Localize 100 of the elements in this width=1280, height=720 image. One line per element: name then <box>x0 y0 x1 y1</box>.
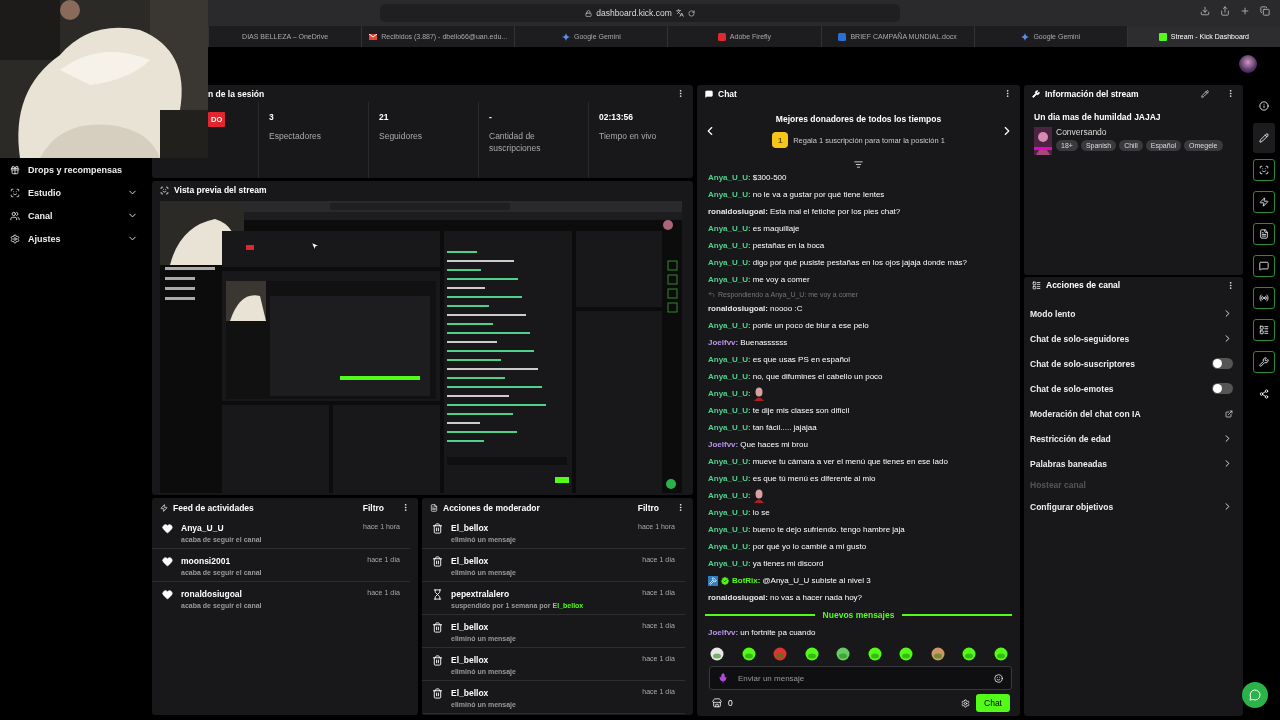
emote-icon[interactable] <box>836 647 851 661</box>
chat-username[interactable]: Anya_U_U: <box>708 372 751 381</box>
chat-username[interactable]: ronaldosiugoal: <box>708 304 768 313</box>
toggle-switch[interactable] <box>1212 383 1233 394</box>
rail-button[interactable] <box>1252 319 1275 341</box>
chat-username[interactable]: Joelfvv: <box>708 628 739 637</box>
store-icon[interactable] <box>712 698 722 708</box>
emote-icon[interactable] <box>804 647 819 661</box>
more-icon[interactable] <box>1226 89 1235 98</box>
card-title: Acciones de moderador <box>443 502 541 513</box>
more-icon[interactable] <box>1003 89 1012 98</box>
chat-username[interactable]: Anya_U_U: <box>708 321 751 330</box>
chat-username[interactable]: Anya_U_U: <box>708 508 751 517</box>
chat-username[interactable]: Anya_U_U: <box>708 457 751 466</box>
new-tab-icon[interactable] <box>1240 6 1250 16</box>
list-icon[interactable] <box>1258 325 1269 335</box>
filter-button[interactable]: Filtro <box>362 502 384 513</box>
channel-action[interactable]: Configurar objetivos <box>1024 494 1243 519</box>
chat-username[interactable]: Anya_U_U: <box>708 258 751 267</box>
chat-username[interactable]: Anya_U_U: <box>708 173 751 182</box>
chat-username[interactable]: ronaldosiugoal: <box>708 207 768 216</box>
emoji-icon[interactable] <box>994 673 1003 683</box>
chat-username[interactable]: Anya_U_U: <box>708 275 751 284</box>
help-button[interactable] <box>1242 682 1268 708</box>
toggle-switch[interactable] <box>1212 358 1233 369</box>
download-icon[interactable] <box>1200 6 1210 16</box>
share-icon[interactable] <box>1220 6 1230 16</box>
feed-username: El_bellox <box>451 655 490 665</box>
pencil-icon[interactable] <box>1258 133 1269 143</box>
microphone-icon[interactable] <box>718 673 728 683</box>
trash-icon <box>432 688 443 699</box>
rail-button[interactable] <box>1252 223 1275 245</box>
emote-icon[interactable] <box>741 647 756 661</box>
chat-send-button[interactable]: Chat <box>976 694 1010 712</box>
translate-icon[interactable] <box>675 9 684 17</box>
channel-action[interactable]: Chat de solo-suscriptores <box>1024 351 1243 376</box>
rail-button[interactable] <box>1252 287 1275 309</box>
reload-icon[interactable] <box>687 9 695 17</box>
chat-message: es maquillaje <box>752 224 800 233</box>
sidebar-item[interactable]: Drops y recompensas <box>0 158 148 181</box>
channel-action[interactable]: Moderación del chat con IA <box>1024 401 1243 426</box>
chat-icon[interactable] <box>1258 261 1269 271</box>
chat-username[interactable]: Anya_U_U: <box>708 525 751 534</box>
info-icon[interactable] <box>1258 101 1269 111</box>
emote-icon[interactable] <box>899 647 914 661</box>
chat-username[interactable]: Anya_U_U: <box>708 224 751 233</box>
channel-action[interactable]: Modo lento <box>1024 301 1243 326</box>
rail-button[interactable] <box>1252 123 1275 153</box>
feed-username: El_bellox <box>451 556 490 566</box>
more-icon[interactable] <box>676 89 685 98</box>
chat-username[interactable]: Joelfvv: <box>708 440 739 449</box>
filter-icon[interactable] <box>854 160 863 169</box>
rail-button[interactable] <box>1252 159 1275 181</box>
document-icon <box>430 503 438 512</box>
camera-frame-icon[interactable] <box>1258 165 1269 175</box>
rail-button[interactable] <box>1252 191 1275 213</box>
chat-username[interactable]: Anya_U_U: <box>708 559 751 568</box>
emote-icon[interactable] <box>962 647 977 661</box>
channel-action[interactable]: Restricción de edad <box>1024 426 1243 451</box>
channel-action[interactable]: Chat de solo-emotes <box>1024 376 1243 401</box>
bolt-icon[interactable] <box>1258 197 1269 207</box>
emote-icon[interactable] <box>867 647 882 661</box>
rail-button[interactable] <box>1252 255 1275 277</box>
pencil-icon[interactable] <box>1201 89 1209 98</box>
chat-username[interactable]: Anya_U_U: <box>708 241 751 250</box>
chat-username[interactable]: Anya_U_U: <box>708 190 751 199</box>
message-input[interactable]: Enviar un mensaje <box>736 672 986 684</box>
wrench-icon[interactable] <box>1258 357 1269 367</box>
broadcast-icon[interactable] <box>1258 293 1269 303</box>
channel-action[interactable]: Palabras baneadas <box>1024 451 1243 476</box>
chat-username[interactable]: Joelfvv: <box>708 338 739 347</box>
avatar[interactable] <box>1239 55 1257 73</box>
rail-button[interactable] <box>1252 351 1275 373</box>
chat-username[interactable]: BotRix: <box>732 576 761 585</box>
chat-username[interactable]: Anya_U_U: <box>708 474 751 483</box>
chat-username[interactable]: Anya_U_U: <box>708 423 751 432</box>
sidebar-item[interactable]: Ajustes <box>0 227 148 250</box>
settings-icon[interactable] <box>961 698 971 708</box>
sidebar-item[interactable]: Canal <box>0 204 148 227</box>
sidebar-item[interactable]: Estudio <box>0 181 148 204</box>
channel-action[interactable]: Chat de solo-seguidores <box>1024 326 1243 351</box>
chat-username[interactable]: Anya_U_U: <box>708 355 751 364</box>
filter-button[interactable]: Filtro <box>637 502 659 513</box>
more-icon[interactable] <box>1226 280 1235 290</box>
chat-username[interactable]: Anya_U_U: <box>708 491 751 500</box>
chat-username[interactable]: ronaldosiugoal: <box>708 593 768 602</box>
message-field[interactable]: Enviar un mensaje <box>709 666 1012 690</box>
nodes-icon[interactable] <box>1258 389 1269 399</box>
tabs-icon[interactable] <box>1260 6 1270 16</box>
emote-icon[interactable] <box>710 647 724 661</box>
chat-username[interactable]: Anya_U_U: <box>708 406 751 415</box>
more-icon[interactable] <box>401 503 410 512</box>
chat-username[interactable]: Anya_U_U: <box>708 389 751 398</box>
emote-icon[interactable] <box>993 647 1008 661</box>
chat-message: ponle un poco de blur a ese pelo <box>752 321 869 330</box>
chat-username[interactable]: Anya_U_U: <box>708 542 751 551</box>
address-bar[interactable]: dashboard.kick.com <box>380 4 900 22</box>
document-icon[interactable] <box>1258 229 1269 239</box>
emote-icon[interactable] <box>930 647 945 661</box>
more-icon[interactable] <box>676 503 685 512</box>
